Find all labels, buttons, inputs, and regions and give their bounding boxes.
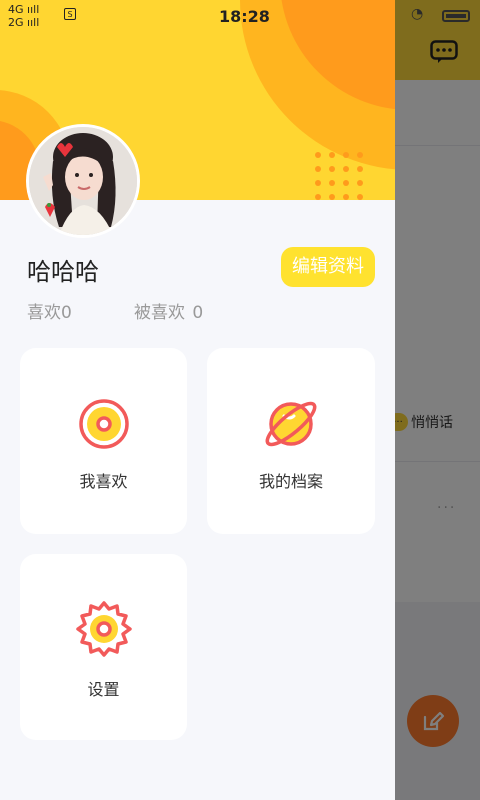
menu-label: 设置	[87, 680, 120, 699]
menu-card-settings[interactable]: 设置	[20, 554, 187, 740]
likes-label: 喜欢	[27, 303, 61, 323]
planet-icon	[265, 401, 317, 447]
menu-card-my-profile[interactable]: 我的档案	[207, 348, 375, 534]
target-icon	[78, 399, 129, 449]
dot-pattern	[315, 152, 363, 200]
avatar[interactable]	[26, 124, 140, 238]
signal-2g: 2G ııll	[8, 16, 40, 29]
likes-stat[interactable]: 喜欢0	[27, 298, 72, 323]
liked-by-stat[interactable]: 被喜欢 0	[134, 298, 203, 323]
avatar-photo	[29, 127, 137, 235]
liked-by-count: 0	[192, 303, 204, 323]
signal-4g: 4G ııll	[8, 3, 40, 16]
sim-icon: S	[64, 8, 76, 20]
menu-card-my-likes[interactable]: 我喜欢	[20, 348, 187, 534]
status-bar: 4G ııll 2G ııll S 18:28	[0, 0, 395, 32]
menu-label: 我的档案	[258, 472, 323, 491]
gear-icon	[75, 601, 132, 657]
likes-count: 0	[61, 303, 72, 323]
liked-by-label: 被喜欢	[134, 303, 185, 323]
clock: 18:28	[219, 7, 270, 26]
side-drawer: 4G ııll 2G ııll S 18:28 哈哈哈 编辑资料 喜欢0 被喜欢…	[0, 0, 395, 800]
edit-profile-button[interactable]: 编辑资料	[281, 247, 375, 287]
menu-label: 我喜欢	[79, 472, 128, 491]
profile-name: 哈哈哈	[27, 258, 99, 286]
